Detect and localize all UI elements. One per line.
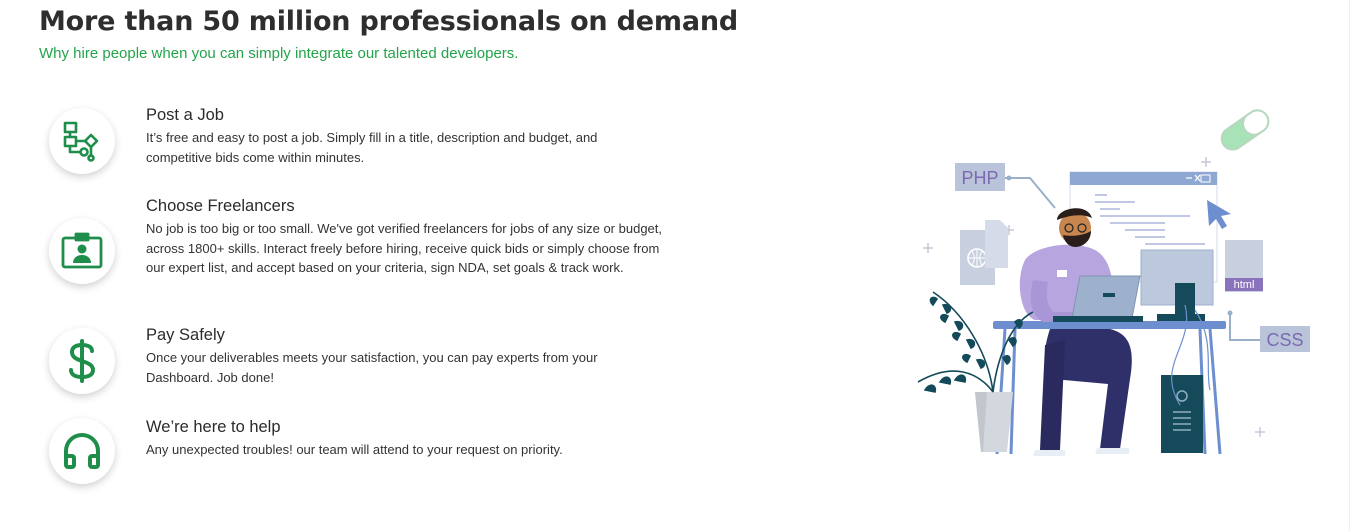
feature-description: No job is too big or too small. We've go… <box>146 221 663 275</box>
html-label: html <box>1234 279 1255 291</box>
css-label: CSS <box>1266 330 1303 350</box>
dollar-icon <box>49 328 115 394</box>
feature-description: Once your deliverables meets your satisf… <box>146 350 598 385</box>
headphones-icon <box>49 418 115 484</box>
page-title: More than 50 million professionals on de… <box>39 6 738 37</box>
page-subtitle: Why hire people when you can simply inte… <box>39 45 519 62</box>
developer-illustration: PHP html CSS <box>905 100 1325 465</box>
php-label: PHP <box>961 168 998 188</box>
feature-description: Any unexpected troubles! our team will a… <box>146 442 563 457</box>
feature-title: Choose Freelancers <box>146 197 295 215</box>
feature-description: It’s free and easy to post a job. Simply… <box>146 130 598 165</box>
feature-title: Pay Safely <box>146 326 225 344</box>
workflow-icon <box>49 108 115 174</box>
feature-title: Post a Job <box>146 106 224 124</box>
id-badge-icon <box>49 218 115 284</box>
feature-title: We’re here to help <box>146 418 281 436</box>
